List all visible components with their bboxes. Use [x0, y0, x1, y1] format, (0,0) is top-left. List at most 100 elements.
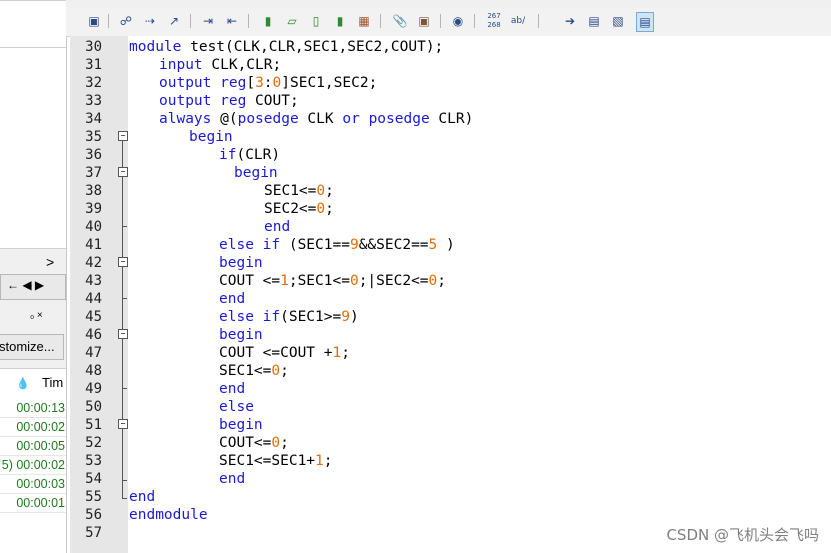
number-token: 1: [315, 453, 324, 469]
code-line[interactable]: input CLK,CLR;: [159, 56, 281, 74]
keyword-token: else if: [219, 237, 281, 253]
text-token: ;: [325, 183, 334, 199]
bookmarks-icon[interactable]: ▦: [356, 12, 372, 30]
code-line[interactable]: SEC1<=SEC1+1;: [219, 452, 333, 470]
code-line[interactable]: begin: [219, 254, 263, 272]
fold-guide: [122, 177, 123, 257]
code-line[interactable]: else if (SEC1==9&&SEC2==5 ): [219, 236, 455, 254]
fold-toggle-icon[interactable]: −: [118, 167, 128, 177]
keyword-token: end: [219, 471, 246, 487]
code-line[interactable]: else: [219, 398, 254, 416]
text-token: test(CLK,CLR,SEC1,SEC2,COUT);: [181, 39, 444, 55]
line-number-icon[interactable]: 267 268: [486, 12, 502, 30]
text-token: CLK: [298, 111, 343, 127]
code-line[interactable]: if(CLR): [219, 146, 280, 164]
customize-button[interactable]: stomize...: [0, 334, 64, 360]
number-token: 5: [428, 237, 438, 253]
text-token: ;: [325, 201, 334, 217]
code-line[interactable]: begin: [234, 164, 278, 182]
template-icon[interactable]: ◉: [450, 12, 466, 30]
code-editor[interactable]: module test(CLK,CLR,SEC1,SEC2,COUT); inpu…: [128, 36, 831, 553]
line-number: 41: [85, 237, 102, 253]
next-bookmark-icon[interactable]: ▱: [284, 12, 300, 30]
find-icon[interactable]: ☍: [118, 12, 134, 30]
keyword-token: begin: [219, 417, 263, 433]
code-line[interactable]: begin: [219, 416, 263, 434]
code-line[interactable]: SEC1<=0;: [219, 362, 289, 380]
clear-bookmark-icon[interactable]: ▮: [332, 12, 348, 30]
keyword-token: else if: [219, 309, 281, 325]
fold-toggle-icon[interactable]: −: [118, 131, 128, 141]
code-line[interactable]: SEC2<=0;: [264, 200, 334, 218]
code-line[interactable]: module test(CLK,CLR,SEC1,SEC2,COUT);: [129, 38, 443, 56]
outdent-icon[interactable]: ⇤: [224, 12, 240, 30]
number-token: 1: [280, 273, 289, 289]
block-icon[interactable]: ▣: [416, 12, 432, 30]
keyword-token: input: [159, 57, 203, 73]
fold-toggle-icon[interactable]: −: [118, 257, 128, 267]
find-next-icon[interactable]: ⇢: [142, 12, 158, 30]
text-token: [: [246, 75, 256, 91]
time-cell: 00:00:02: [0, 418, 66, 437]
line-number: 52: [85, 435, 102, 451]
time-column-header[interactable]: Tim: [42, 375, 63, 390]
goto-icon[interactable]: ➔: [562, 12, 578, 30]
indent-icon[interactable]: ⇥: [200, 12, 216, 30]
code-line[interactable]: end: [264, 218, 290, 236]
fold-end-marker: [122, 226, 127, 227]
text-token: SEC1<=: [264, 183, 317, 199]
code-line[interactable]: else if(SEC1>=9): [219, 308, 359, 326]
page-icon[interactable]: ▤: [586, 12, 602, 30]
pin-close-controls[interactable]: ₀ ×: [30, 310, 43, 321]
code-line[interactable]: always @(posedge CLK or posedge CLR): [159, 110, 473, 128]
number-token: 9: [341, 309, 350, 325]
text-token: COUT<=: [219, 435, 272, 451]
text-token: &&SEC2==: [358, 237, 429, 253]
number-token: 3: [255, 75, 264, 91]
drop-icon: 💧: [16, 378, 30, 390]
fold-end-marker: [122, 498, 127, 499]
split-icon[interactable]: ▧: [610, 12, 626, 30]
code-line[interactable]: COUT <=COUT +1;: [219, 344, 350, 362]
fold-toggle-icon[interactable]: −: [118, 419, 128, 429]
code-line[interactable]: begin: [219, 326, 263, 344]
prev-bookmark-icon[interactable]: ▯: [308, 12, 324, 30]
line-number: 57: [85, 525, 102, 541]
code-line[interactable]: end: [129, 488, 155, 506]
code-line[interactable]: SEC1<=0;: [264, 182, 334, 200]
number-token: 0: [271, 363, 281, 379]
line-number: 45: [85, 309, 102, 325]
bookmark-icon[interactable]: ▮: [260, 12, 276, 30]
line-number: 54: [85, 471, 102, 487]
text-token: SEC1<=SEC1+: [219, 453, 316, 469]
window-icon[interactable]: ▣: [86, 12, 102, 30]
code-line[interactable]: COUT<=0;: [219, 434, 289, 452]
replace-icon[interactable]: ↗: [166, 12, 182, 30]
code-line[interactable]: output reg[3:0]SEC1,SEC2;: [159, 74, 377, 92]
code-line[interactable]: begin: [189, 128, 233, 146]
code-line[interactable]: output reg COUT;: [159, 92, 299, 110]
code-line[interactable]: end: [219, 470, 245, 488]
fold-guide: [122, 339, 123, 419]
time-cell: 00:00:03: [0, 475, 66, 494]
text-token: ;SEC1<=: [288, 273, 350, 289]
panel-nav-icons[interactable]: ← ◀ ▶: [7, 278, 44, 292]
keyword-token: posedge: [237, 111, 299, 127]
fold-toggle-icon[interactable]: −: [118, 329, 128, 339]
layout-icon[interactable]: ▤: [636, 12, 654, 32]
customize-label: stomize...: [0, 339, 55, 354]
scroll-right-arrow[interactable]: >: [46, 254, 54, 270]
text-token: :: [263, 75, 273, 91]
spell-icon[interactable]: ab/: [510, 12, 526, 30]
panel-nav-buttons[interactable]: ← ◀ ▶: [0, 274, 66, 300]
code-line[interactable]: COUT <=1;SEC1<=0;|SEC2<=0;: [219, 272, 446, 290]
attach-icon[interactable]: 📎: [392, 12, 408, 30]
code-line[interactable]: end: [219, 380, 245, 398]
code-line[interactable]: endmodule: [129, 506, 208, 524]
line-number: 32: [85, 75, 102, 91]
keyword-token: begin: [234, 165, 278, 181]
keyword-token: module: [129, 39, 182, 55]
code-line[interactable]: end: [219, 290, 245, 308]
line-number: 42: [85, 255, 102, 271]
